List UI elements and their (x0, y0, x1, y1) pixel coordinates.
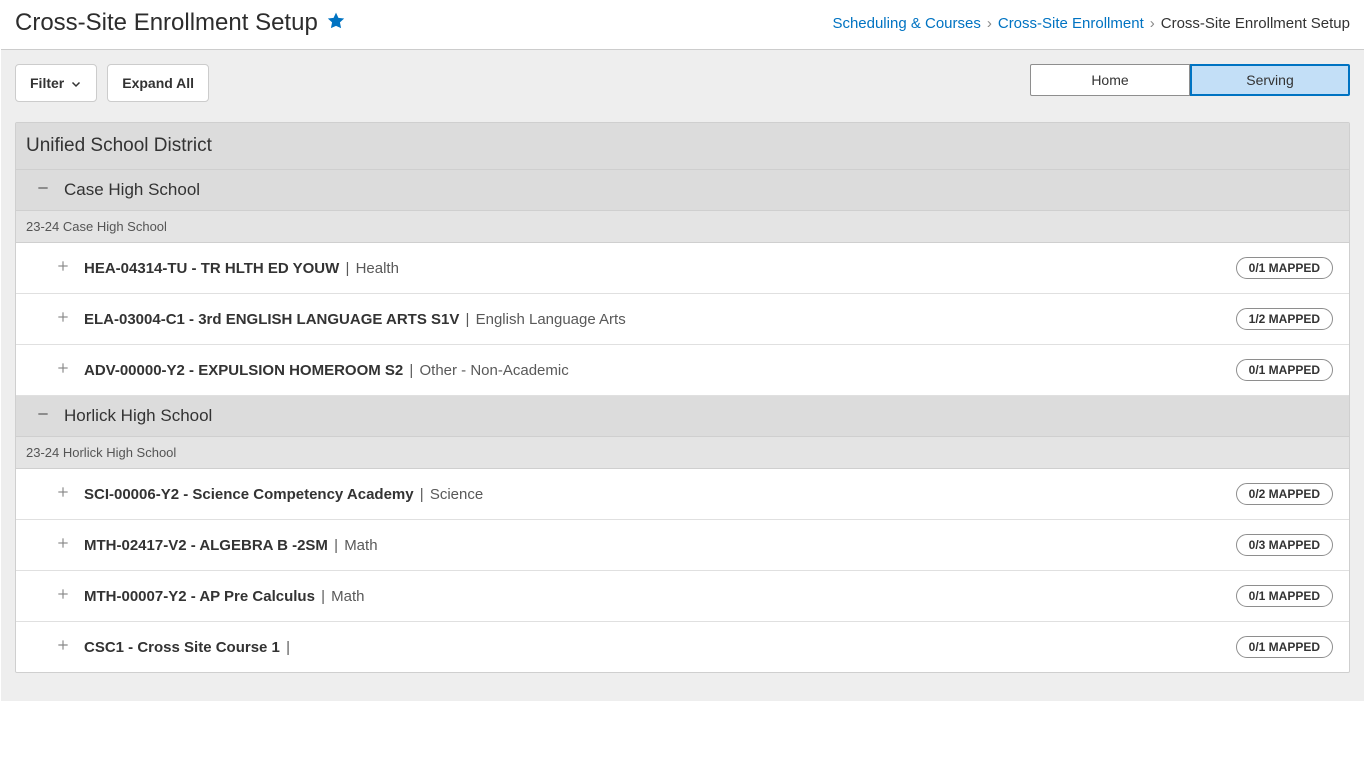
filter-button[interactable]: Filter (15, 64, 97, 102)
course-row[interactable]: ELA-03004-C1 - 3rd ENGLISH LANGUAGE ARTS… (16, 294, 1349, 345)
course-row[interactable]: MTH-02417-V2 - ALGEBRA B -2SM | Math 0/3… (16, 520, 1349, 571)
course-code-title: ELA-03004-C1 - 3rd ENGLISH LANGUAGE ARTS… (84, 311, 459, 328)
course-code-title: ADV-00000-Y2 - EXPULSION HOMEROOM S2 (84, 362, 403, 379)
course-dept: Health (356, 260, 399, 277)
mapped-badge: 0/2 MAPPED (1236, 483, 1333, 505)
filter-label: Filter (30, 75, 64, 91)
expand-icon (56, 587, 70, 605)
page-header: Cross-Site Enrollment Setup Scheduling &… (1, 1, 1364, 50)
expand-icon (56, 259, 70, 277)
mapped-badge: 1/2 MAPPED (1236, 308, 1333, 330)
school-subheader: 23-24 Case High School (16, 211, 1349, 243)
segment-home[interactable]: Home (1030, 64, 1190, 96)
course-code-title: SCI-00006-Y2 - Science Competency Academ… (84, 486, 414, 503)
content-panel: Unified School District Case High School… (15, 122, 1350, 673)
school-header[interactable]: Case High School (16, 170, 1349, 211)
expand-icon (56, 485, 70, 503)
school-name: Case High School (64, 180, 200, 200)
school-header[interactable]: Horlick High School (16, 396, 1349, 437)
view-segment: Home Serving (1030, 64, 1350, 96)
mapped-badge: 0/1 MAPPED (1236, 636, 1333, 658)
course-dept: Science (430, 486, 483, 503)
mapped-badge: 0/1 MAPPED (1236, 585, 1333, 607)
course-code-title: MTH-02417-V2 - ALGEBRA B -2SM (84, 537, 328, 554)
course-dept: Math (331, 588, 364, 605)
course-code-title: CSC1 - Cross Site Course 1 (84, 639, 280, 656)
segment-serving[interactable]: Serving (1190, 64, 1350, 96)
course-row[interactable]: CSC1 - Cross Site Course 1 | 0/1 MAPPED (16, 622, 1349, 672)
expand-all-label: Expand All (122, 75, 194, 91)
collapse-icon (36, 180, 50, 200)
course-code-title: MTH-00007-Y2 - AP Pre Calculus (84, 588, 315, 605)
breadcrumb-link-cross-site[interactable]: Cross-Site Enrollment (998, 15, 1144, 32)
page-title: Cross-Site Enrollment Setup (15, 9, 318, 37)
mapped-badge: 0/1 MAPPED (1236, 257, 1333, 279)
course-row[interactable]: ADV-00000-Y2 - EXPULSION HOMEROOM S2 | O… (16, 345, 1349, 396)
course-row[interactable]: HEA-04314-TU - TR HLTH ED YOUW | Health … (16, 243, 1349, 294)
course-dept: Other - Non-Academic (420, 362, 569, 379)
breadcrumb-current: Cross-Site Enrollment Setup (1161, 15, 1350, 32)
chevron-down-icon (70, 77, 82, 89)
course-dept: English Language Arts (476, 311, 626, 328)
course-code-title: HEA-04314-TU - TR HLTH ED YOUW (84, 260, 339, 277)
collapse-icon (36, 406, 50, 426)
expand-icon (56, 361, 70, 379)
favorite-star-icon[interactable] (326, 11, 346, 36)
breadcrumb-link-scheduling[interactable]: Scheduling & Courses (832, 15, 980, 32)
mapped-badge: 0/3 MAPPED (1236, 534, 1333, 556)
expand-icon (56, 310, 70, 328)
breadcrumb: Scheduling & Courses › Cross-Site Enroll… (832, 15, 1350, 32)
expand-icon (56, 638, 70, 656)
chevron-right-icon: › (987, 15, 992, 32)
expand-all-button[interactable]: Expand All (107, 64, 209, 102)
school-name: Horlick High School (64, 406, 212, 426)
course-row[interactable]: SCI-00006-Y2 - Science Competency Academ… (16, 469, 1349, 520)
course-dept: Math (344, 537, 377, 554)
school-subheader: 23-24 Horlick High School (16, 437, 1349, 469)
chevron-right-icon: › (1150, 15, 1155, 32)
mapped-badge: 0/1 MAPPED (1236, 359, 1333, 381)
course-row[interactable]: MTH-00007-Y2 - AP Pre Calculus | Math 0/… (16, 571, 1349, 622)
district-header: Unified School District (16, 123, 1349, 170)
expand-icon (56, 536, 70, 554)
